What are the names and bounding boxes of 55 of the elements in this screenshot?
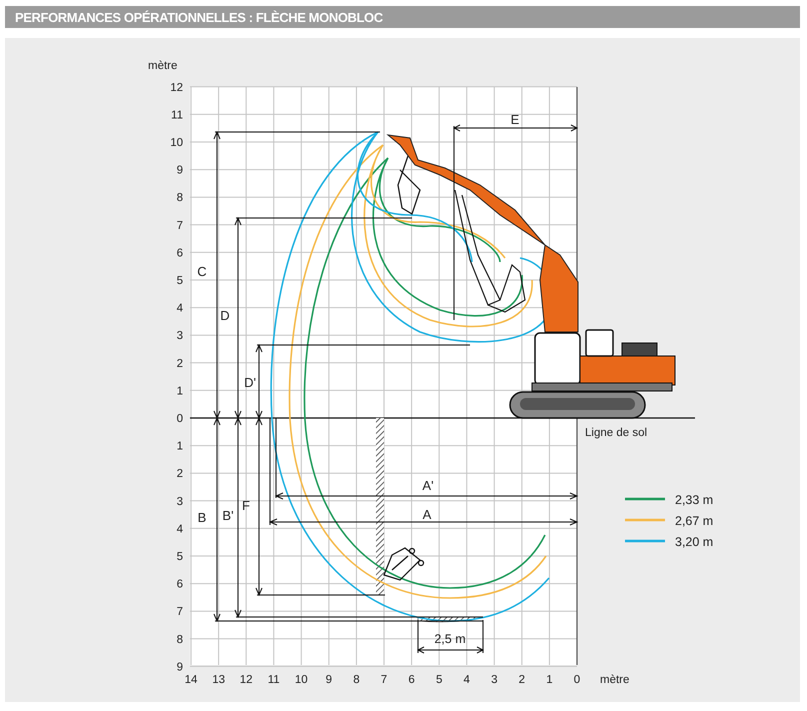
- ground-label: Ligne de sol: [585, 427, 648, 439]
- y-tick-label: 7: [176, 220, 183, 232]
- y-tick-label: 8: [176, 192, 183, 204]
- y-tick-label: 5: [176, 551, 183, 563]
- y-tick-label: 2: [176, 358, 183, 370]
- y-tick-label: 12: [170, 82, 183, 94]
- dimension-label: F: [242, 498, 250, 513]
- x-tick-label: 6: [408, 674, 415, 686]
- dimension-label: D': [244, 375, 256, 390]
- x-tick-label: 4: [464, 674, 470, 686]
- y-tick-label: 4: [176, 523, 183, 536]
- x-tick-label: 11: [268, 674, 280, 686]
- x-tick-label: 13: [212, 674, 225, 686]
- header-title: PERFORMANCES OPÉRATIONNELLES : FLÈCHE MONOBLOC: [15, 10, 383, 24]
- x-tick-label: 7: [380, 674, 388, 686]
- y-tick-label: 11: [171, 109, 183, 122]
- y-tick-label: 9: [176, 661, 183, 674]
- y-tick-label: 7: [176, 606, 183, 618]
- dimension-label: D: [220, 308, 230, 323]
- dimension-label: A': [422, 478, 434, 493]
- y-tick-label: 0: [176, 413, 183, 425]
- y-tick-label: 3: [176, 496, 183, 508]
- y-axis-unit: mètre: [148, 60, 178, 72]
- dimension-label: A: [422, 507, 432, 522]
- y-tick-label: 2: [176, 468, 183, 480]
- bucket-drawing: [383, 547, 424, 581]
- legend-label: 2,67 m: [675, 514, 714, 528]
- y-tick-label: 9: [176, 164, 183, 177]
- trench-width-label: 2,5 m: [434, 632, 466, 646]
- y-tick-label: 1: [176, 440, 183, 453]
- y-tick-label: 4: [176, 302, 183, 315]
- x-tick-label: 12: [240, 674, 253, 686]
- y-tick-label: 3: [176, 330, 183, 342]
- x-tick-label: 0: [574, 674, 580, 686]
- x-tick-label: 3: [491, 674, 498, 686]
- x-axis-unit: mètre: [600, 674, 630, 686]
- y-tick-label: 5: [176, 275, 183, 287]
- y-tick-label: 6: [176, 247, 183, 260]
- x-tick-label: 5: [436, 674, 442, 686]
- x-tick-label: 8: [353, 674, 360, 686]
- dimension-label: B': [222, 508, 234, 523]
- x-tick-label: 1: [546, 674, 553, 686]
- x-tick-label: 2: [518, 674, 526, 686]
- x-tick-label: 9: [326, 674, 332, 686]
- legend-label: 3,20 m: [675, 535, 714, 549]
- x-tick-label: 10: [294, 674, 308, 686]
- dimension-label: E: [510, 112, 520, 127]
- x-tick-label: 14: [184, 674, 198, 686]
- y-tick-label: 8: [176, 634, 183, 646]
- y-tick-label: 10: [170, 137, 183, 149]
- dimension-label: B: [198, 510, 206, 525]
- y-tick-label: 6: [176, 578, 183, 591]
- dimension-label: C: [197, 264, 207, 279]
- y-tick-label: 1: [176, 385, 183, 398]
- legend-label: 2,33 m: [675, 493, 714, 507]
